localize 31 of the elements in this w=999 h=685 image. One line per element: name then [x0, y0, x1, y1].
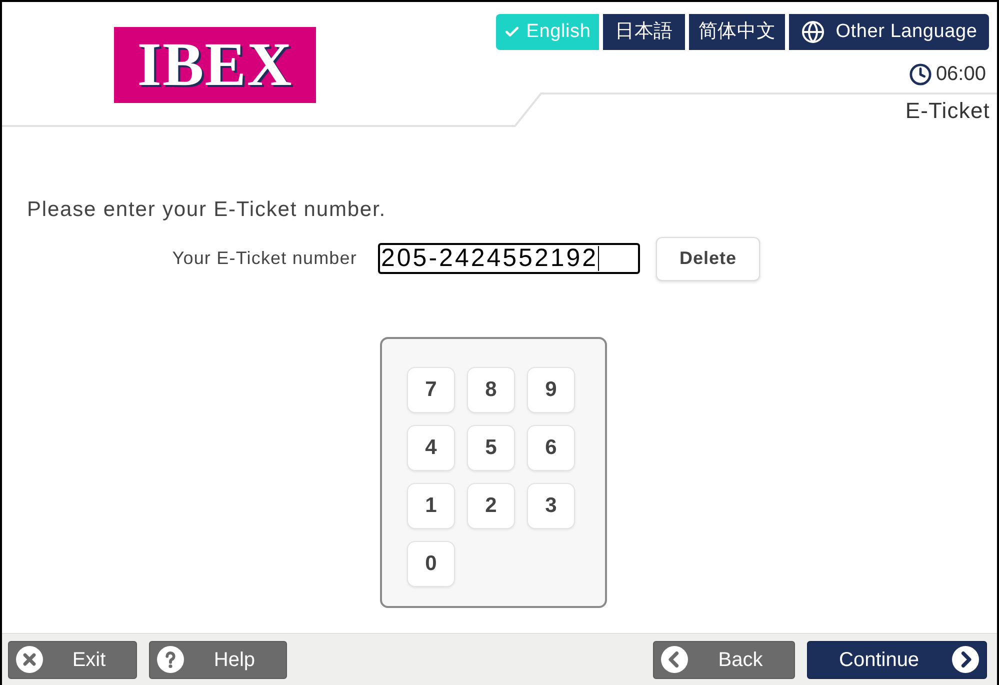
instruction-text: Please enter your E-Ticket number.	[27, 198, 386, 221]
page-title: E-Ticket	[905, 97, 990, 125]
continue-button[interactable]: Continue	[807, 640, 987, 678]
delete-button[interactable]: Delete	[656, 236, 760, 280]
logo: IBEX	[114, 27, 316, 103]
language-button[interactable]: Other Language	[789, 14, 989, 50]
keypad-key[interactable]: 8	[467, 366, 515, 412]
keypad-key[interactable]: 4	[407, 424, 455, 470]
clock-icon	[908, 62, 932, 86]
chevron-left-icon	[661, 646, 688, 673]
keypad-key[interactable]: 6	[527, 424, 575, 470]
text-caret-icon	[598, 246, 600, 271]
keypad-key[interactable]: 9	[527, 366, 575, 412]
timer-text: 06:00	[936, 62, 986, 87]
keypad-key[interactable]: 0	[407, 540, 455, 586]
field-label: Your E-Ticket number	[172, 247, 357, 270]
globe-icon	[800, 20, 825, 44]
close-icon	[16, 646, 43, 673]
keypad-key[interactable]: 7	[407, 366, 455, 412]
back-button[interactable]: Back	[653, 640, 795, 678]
keypad-key[interactable]: 3	[527, 482, 575, 528]
keypad-key[interactable]: 1	[407, 482, 455, 528]
language-button[interactable]: 日本語	[603, 14, 685, 50]
exit-button[interactable]: Exit	[8, 640, 137, 678]
help-button[interactable]: Help	[149, 640, 287, 678]
keypad-key[interactable]: 5	[467, 424, 515, 470]
chevron-right-icon	[952, 646, 979, 673]
ticket-number-field[interactable]: 205-2424552192	[378, 243, 640, 274]
help-icon	[157, 646, 184, 673]
keypad-key[interactable]: 2	[467, 482, 515, 528]
language-button[interactable]: 简体中文	[689, 14, 785, 50]
